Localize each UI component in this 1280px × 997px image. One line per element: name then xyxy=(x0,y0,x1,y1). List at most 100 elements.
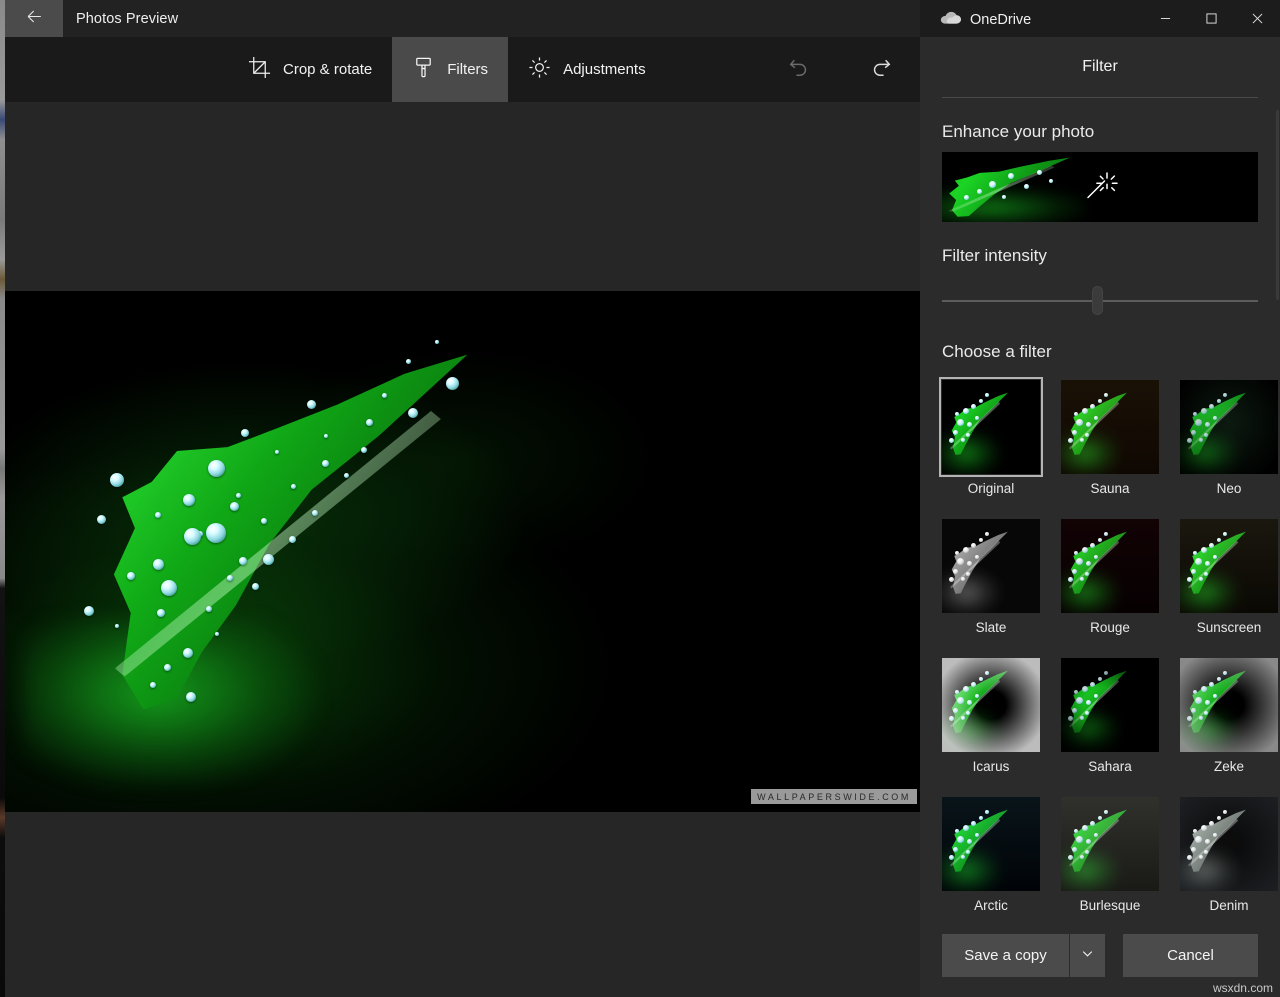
tool-tabs: Crop & rotate Filters Adjustments xyxy=(228,37,666,102)
photo-preview[interactable]: WALLPAPERSWIDE.COM xyxy=(5,291,920,812)
panel-action-bar: Save a copy Cancel xyxy=(942,934,1258,977)
filter-option-sahara[interactable]: Sahara xyxy=(1061,658,1159,774)
filter-option-sauna[interactable]: Sauna xyxy=(1061,380,1159,496)
back-arrow-icon xyxy=(25,7,44,31)
onedrive-cloud-icon xyxy=(940,10,961,30)
redo-button[interactable] xyxy=(853,37,909,102)
tab-adjustments-label: Adjustments xyxy=(563,61,646,78)
filter-panel: Filter Enhance your photo Filter intensi… xyxy=(920,0,1280,997)
onedrive-label: OneDrive xyxy=(970,12,1032,28)
chevron-down-icon xyxy=(1081,947,1094,964)
filter-thumbnail-image xyxy=(1180,658,1278,752)
photo-canvas: WALLPAPERSWIDE.COM xyxy=(5,102,920,997)
filter-option-label: Zeke xyxy=(1213,759,1244,774)
window-controls xyxy=(1142,0,1280,37)
filter-grid-scroll-area[interactable]: Original Sauna Neo Slate Rouge Sunscreen… xyxy=(920,370,1280,925)
filter-thumbnail[interactable] xyxy=(1061,519,1159,613)
filter-option-label: Neo xyxy=(1216,481,1242,496)
filter-option-arctic[interactable]: Arctic xyxy=(942,797,1040,913)
filter-thumbnail[interactable] xyxy=(942,797,1040,891)
onedrive-status[interactable]: OneDrive xyxy=(940,10,1031,30)
back-button[interactable] xyxy=(5,0,63,37)
filter-thumbnail[interactable] xyxy=(1180,519,1278,613)
filter-option-rouge[interactable]: Rouge xyxy=(1061,519,1159,635)
filter-thumbnail-image xyxy=(1180,380,1278,474)
slider-thumb[interactable] xyxy=(1092,287,1102,314)
filter-option-label: Burlesque xyxy=(1079,898,1141,913)
brightness-sun-icon xyxy=(528,56,551,83)
filter-option-original[interactable]: Original xyxy=(939,377,1043,496)
filter-option-label: Icarus xyxy=(972,759,1010,774)
filter-option-icarus[interactable]: Icarus xyxy=(942,658,1040,774)
filter-thumbnail[interactable] xyxy=(942,658,1040,752)
filter-thumbnail[interactable] xyxy=(1180,658,1278,752)
filter-intensity-label: Filter intensity xyxy=(942,246,1047,265)
filter-thumbnail-image xyxy=(1061,380,1159,474)
title-bar: Photos Preview OneDrive xyxy=(0,0,1280,37)
magic-wand-icon xyxy=(1082,167,1118,208)
filter-thumbnail-image xyxy=(942,797,1040,891)
filter-option-label: Sahara xyxy=(1088,759,1132,774)
filter-option-denim[interactable]: Denim xyxy=(1180,797,1278,913)
filter-thumbnail[interactable] xyxy=(939,377,1043,477)
panel-divider xyxy=(942,97,1258,98)
tab-adjustments[interactable]: Adjustments xyxy=(508,37,666,102)
filter-option-label: Rouge xyxy=(1090,620,1130,635)
app-title: Photos Preview xyxy=(76,11,179,27)
filter-thumbnail-image xyxy=(1061,797,1159,891)
filter-intensity-slider[interactable] xyxy=(942,284,1258,318)
enhance-your-photo-button[interactable] xyxy=(942,152,1258,222)
redo-arrow-icon xyxy=(869,55,894,85)
filter-option-slate[interactable]: Slate xyxy=(942,519,1040,635)
maximize-button[interactable] xyxy=(1188,0,1234,37)
photo-image xyxy=(5,291,920,812)
minimize-button[interactable] xyxy=(1142,0,1188,37)
tab-filters-label: Filters xyxy=(447,61,489,78)
editor-toolbar: Crop & rotate Filters Adjustments xyxy=(5,37,920,102)
filter-option-zeke[interactable]: Zeke xyxy=(1180,658,1278,774)
filter-thumbnail-image xyxy=(1061,658,1159,752)
tab-filters[interactable]: Filters xyxy=(392,37,509,102)
photo-watermark: WALLPAPERSWIDE.COM xyxy=(751,789,917,804)
undo-button[interactable] xyxy=(770,37,826,102)
filter-thumbnail-image xyxy=(942,658,1040,752)
filter-option-label: Sunscreen xyxy=(1196,620,1262,635)
filter-option-burlesque[interactable]: Burlesque xyxy=(1061,797,1159,913)
filter-thumbnail[interactable] xyxy=(1061,380,1159,474)
panel-scrollbar-thumb[interactable] xyxy=(1276,110,1279,300)
filter-option-label: Arctic xyxy=(974,898,1008,913)
filter-option-label: Sauna xyxy=(1090,481,1130,496)
background-window-sliver xyxy=(0,0,5,997)
cancel-button[interactable]: Cancel xyxy=(1123,934,1258,977)
filter-thumbnail-image xyxy=(1061,519,1159,613)
filter-grid: Original Sauna Neo Slate Rouge Sunscreen… xyxy=(939,377,1278,925)
filter-thumbnail-image xyxy=(942,380,1040,474)
photos-editor-window: Photos Preview OneDrive Crop & rotate Fi… xyxy=(0,0,1280,997)
save-a-copy-split-button: Save a copy xyxy=(942,934,1105,977)
filter-thumbnail[interactable] xyxy=(1061,658,1159,752)
tab-crop-rotate-label: Crop & rotate xyxy=(283,61,373,78)
choose-a-filter-label: Choose a filter xyxy=(942,342,1052,361)
filter-thumbnail[interactable] xyxy=(1061,797,1159,891)
save-a-copy-button[interactable]: Save a copy xyxy=(942,934,1069,977)
filter-thumbnail[interactable] xyxy=(942,519,1040,613)
filter-option-label: Original xyxy=(967,481,1015,496)
site-watermark: wsxdn.com xyxy=(1212,981,1273,995)
filter-thumbnail-image xyxy=(942,519,1040,613)
undo-arrow-icon xyxy=(786,55,811,85)
filter-thumbnail[interactable] xyxy=(1180,797,1278,891)
enhance-label: Enhance your photo xyxy=(942,122,1095,141)
panel-title: Filter xyxy=(1082,58,1118,75)
tab-crop-rotate[interactable]: Crop & rotate xyxy=(228,37,392,102)
filter-option-sunscreen[interactable]: Sunscreen xyxy=(1180,519,1278,635)
filter-thumbnail-image xyxy=(1180,519,1278,613)
crop-icon xyxy=(248,56,271,83)
filter-thumbnail[interactable] xyxy=(1180,380,1278,474)
filter-option-label: Slate xyxy=(975,620,1007,635)
filters-brush-icon xyxy=(412,56,435,83)
close-button[interactable] xyxy=(1234,0,1280,37)
filter-option-label: Denim xyxy=(1209,898,1249,913)
save-options-dropdown-button[interactable] xyxy=(1069,934,1105,977)
filter-option-neo[interactable]: Neo xyxy=(1180,380,1278,496)
filter-thumbnail-image xyxy=(1180,797,1278,891)
